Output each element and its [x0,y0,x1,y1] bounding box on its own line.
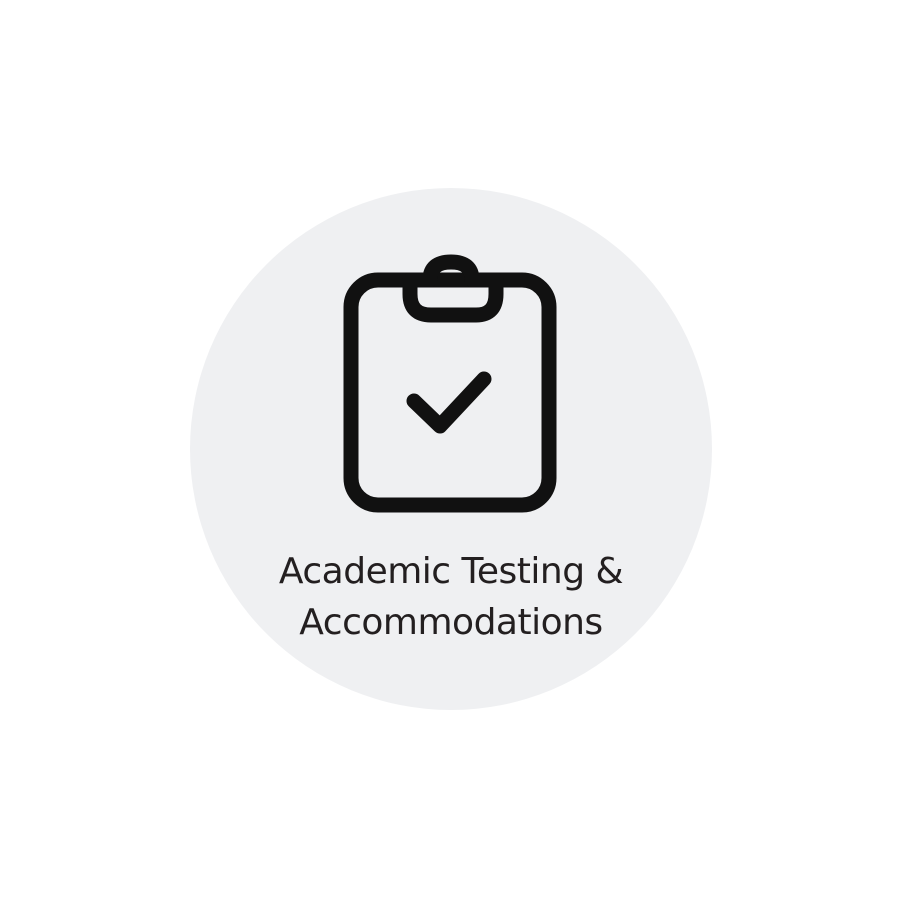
tile-label-line-2: Accommodations [299,602,603,643]
tile-label: Academic Testing & Accommodations [190,546,712,648]
clipboard-clip [402,254,504,323]
check-mark [406,371,492,434]
clipboard-check-icon [343,254,557,513]
tile-label-line-1: Academic Testing & [278,551,624,592]
page: Academic Testing & Accommodations [0,0,901,901]
